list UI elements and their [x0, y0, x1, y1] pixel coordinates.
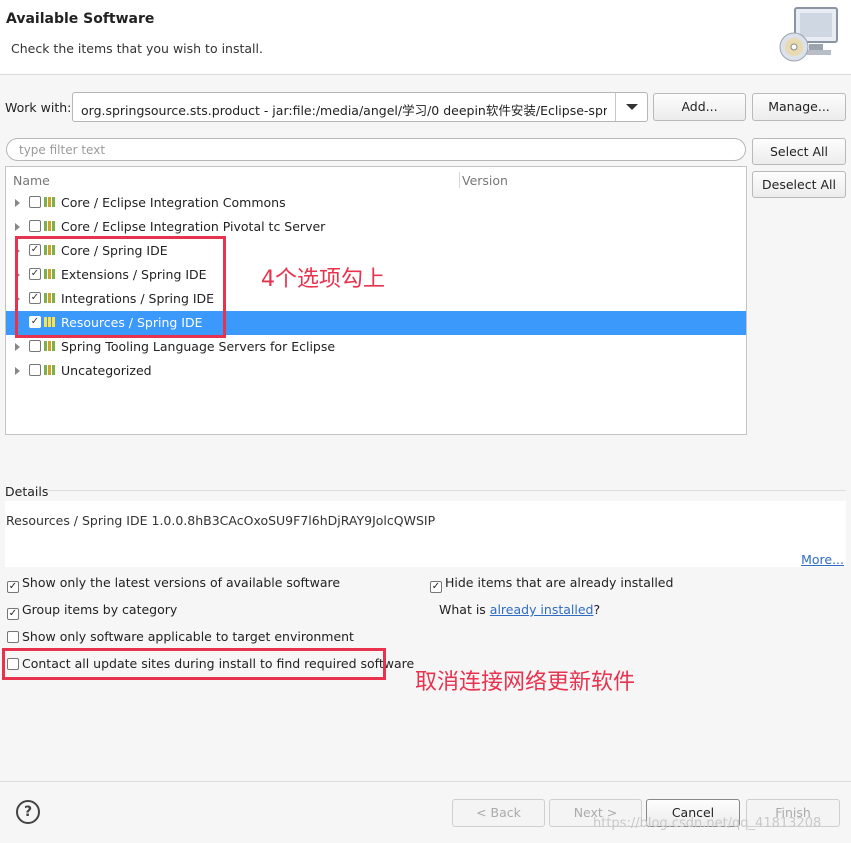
annotation-select-four: 4个选项勾上 [261, 267, 385, 292]
details-text: Resources / Spring IDE 1.0.0.8hB3CAcOxoS… [6, 513, 436, 528]
select-all-button[interactable]: Select All [752, 138, 846, 165]
deselect-all-button[interactable]: Deselect All [752, 171, 846, 198]
work-with-value: org.springsource.sts.product - jar:file:… [81, 103, 607, 118]
column-divider[interactable] [459, 172, 460, 188]
checkbox-target-environment[interactable] [7, 631, 19, 643]
expand-arrow-icon[interactable] [15, 223, 20, 231]
watermark: https://blog.csdn.net/qq_41813208 [593, 816, 822, 831]
annotation-cancel-network: 取消连接网络更新软件 [415, 670, 636, 695]
already-installed-link[interactable]: already installed [490, 602, 594, 617]
tree-item-label: Uncategorized [61, 363, 152, 378]
details-label: Details [5, 484, 49, 499]
tree-item-label: Core / Eclipse Integration Pivotal tc Se… [61, 219, 326, 234]
dialog-description: Check the items that you wish to install… [11, 41, 263, 56]
work-with-combo[interactable]: org.springsource.sts.product - jar:file:… [72, 92, 648, 122]
what-is-installed-text: What is already installed? [439, 602, 600, 617]
option-target-environment-label: Show only software applicable to target … [22, 629, 354, 644]
feature-group-icon [44, 221, 58, 231]
tree-item-label: Core / Eclipse Integration Commons [61, 195, 286, 210]
filter-input[interactable]: type filter text [6, 138, 746, 161]
manage-sites-button[interactable]: Manage... [752, 93, 846, 121]
option-target-environment[interactable]: Show only software applicable to target … [7, 629, 354, 644]
footer-divider [0, 781, 851, 782]
option-group-by-category[interactable]: ✓ Group items by category [7, 602, 177, 620]
install-cd-monitor-icon [779, 7, 838, 62]
expand-arrow-icon[interactable] [15, 367, 20, 375]
details-panel: Resources / Spring IDE 1.0.0.8hB3CAcOxoS… [5, 501, 846, 567]
checkbox-group-by-category[interactable]: ✓ [7, 608, 19, 620]
tree-item[interactable]: Uncategorized [6, 359, 746, 383]
tree-item-label: Spring Tooling Language Servers for Ecli… [61, 339, 336, 354]
highlight-box-contact-sites [2, 648, 386, 680]
column-header-version[interactable]: Version [462, 173, 508, 188]
expand-arrow-icon[interactable] [15, 199, 20, 207]
what-is-prefix: What is [439, 602, 490, 617]
column-header-name[interactable]: Name [13, 173, 50, 188]
checkbox-latest-versions[interactable]: ✓ [7, 581, 19, 593]
dialog-header: Available Software Check the items that … [0, 0, 851, 75]
highlight-box-spring-ide [15, 236, 226, 338]
add-site-button[interactable]: Add... [653, 93, 746, 121]
option-latest-versions[interactable]: ✓ Show only the latest versions of availa… [7, 575, 340, 593]
tree-item-checkbox[interactable] [29, 196, 41, 208]
dialog-title: Available Software [6, 11, 155, 27]
option-latest-versions-label: Show only the latest versions of availab… [22, 575, 341, 590]
tree-item[interactable]: Spring Tooling Language Servers for Ecli… [6, 335, 746, 359]
option-hide-installed-label: Hide items that are already installed [445, 575, 674, 590]
option-group-by-category-label: Group items by category [22, 602, 178, 617]
tree-item-checkbox[interactable] [29, 340, 41, 352]
expand-arrow-icon[interactable] [15, 343, 20, 351]
chevron-down-icon[interactable] [615, 93, 647, 121]
help-icon[interactable]: ? [16, 800, 40, 824]
filter-placeholder: type filter text [19, 143, 106, 157]
option-hide-installed[interactable]: ✓ Hide items that are already installed [430, 575, 673, 593]
feature-group-icon [44, 341, 58, 351]
details-divider [46, 490, 846, 491]
what-is-suffix: ? [593, 602, 601, 617]
tree-item-checkbox[interactable] [29, 364, 41, 376]
work-with-label: Work with: [5, 100, 72, 115]
more-link[interactable]: More... [801, 552, 844, 567]
checkbox-hide-installed[interactable]: ✓ [430, 581, 442, 593]
tree-item[interactable]: Core / Eclipse Integration Commons [6, 191, 746, 215]
feature-group-icon [44, 197, 58, 207]
back-button[interactable]: < Back [452, 799, 545, 827]
feature-group-icon [44, 365, 58, 375]
tree-item-checkbox[interactable] [29, 220, 41, 232]
